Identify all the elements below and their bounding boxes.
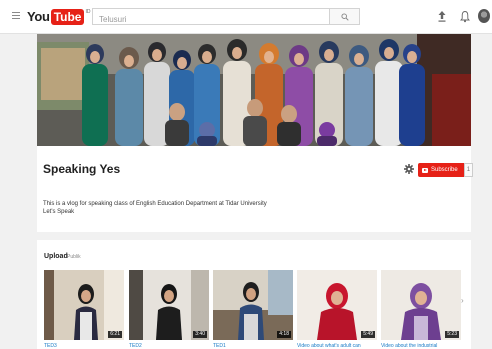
video-thumbnail[interactable]: 5:23: [381, 270, 461, 340]
video-card[interactable]: 6:21 TED3: [44, 270, 124, 349]
video-duration: 4:18: [277, 331, 291, 338]
search-input[interactable]: [93, 12, 323, 27]
subscribe-button[interactable]: Subscribe 1: [418, 163, 474, 177]
video-title[interactable]: TED2: [129, 343, 213, 349]
logo-region: ID: [85, 9, 91, 15]
video-title[interactable]: TED1: [213, 343, 297, 349]
description-line-1: This is a vlog for speaking class of Eng…: [43, 201, 267, 207]
search-box: [92, 8, 360, 27]
subscribe-label: Subscribe: [431, 167, 458, 173]
video-title[interactable]: Video about what's adult can: [297, 343, 381, 349]
video-duration: 5:23: [445, 331, 459, 338]
avatar[interactable]: [478, 9, 490, 23]
subscribe-main[interactable]: Subscribe: [418, 163, 464, 177]
subscriber-count: 1: [463, 163, 474, 177]
logo-tube-text: Tube: [50, 8, 85, 25]
channel-description: This is a vlog for speaking class of Eng…: [43, 200, 267, 216]
video-duration: 5:49: [361, 331, 375, 338]
video-thumbnail[interactable]: 6:21: [44, 270, 124, 340]
banner-group-photo: [37, 34, 471, 146]
video-card[interactable]: 5:23 Video about the industrial: [381, 270, 461, 349]
video-title[interactable]: TED3: [44, 343, 128, 349]
menu-icon[interactable]: [12, 12, 20, 20]
youtube-logo[interactable]: You Tube ID: [27, 8, 90, 25]
video-duration: 6:21: [108, 331, 122, 338]
youtube-channel-page: You Tube ID Telusuri Speaking Yes Subscr…: [0, 0, 492, 349]
video-card[interactable]: 5:49 Video about what's adult can: [297, 270, 377, 349]
search-button[interactable]: [329, 9, 359, 24]
video-thumbnail[interactable]: 3:40: [129, 270, 209, 340]
logo-you-text: You: [27, 9, 50, 24]
video-thumbnail[interactable]: 5:49: [297, 270, 377, 340]
uploads-visibility: Publik: [67, 254, 81, 260]
video-duration: 3:40: [193, 331, 207, 338]
masthead: You Tube ID: [0, 0, 492, 34]
video-thumbnail[interactable]: 4:18: [213, 270, 293, 340]
video-card[interactable]: 3:40 TED2: [129, 270, 209, 349]
youtube-play-icon: [422, 167, 428, 173]
video-title[interactable]: Video about the industrial: [381, 343, 465, 349]
channel-title: Speaking Yes: [43, 162, 121, 176]
uploads-title[interactable]: Upload: [44, 253, 68, 260]
gear-icon[interactable]: [404, 164, 414, 174]
channel-header: Speaking Yes Subscribe 1 This is a vlog …: [37, 34, 474, 232]
search-icon: [340, 12, 349, 21]
description-line-2: Let's Speak: [43, 209, 75, 215]
chevron-right-icon[interactable]: ›: [461, 296, 469, 306]
channel-banner: [37, 34, 471, 146]
video-card[interactable]: 4:18 TED1: [213, 270, 293, 349]
uploads-shelf: Upload Publik 6:21 TED3 3:40 TED2 4:18 T…: [37, 240, 471, 349]
upload-icon[interactable]: [436, 10, 448, 23]
bell-icon[interactable]: [460, 10, 470, 23]
